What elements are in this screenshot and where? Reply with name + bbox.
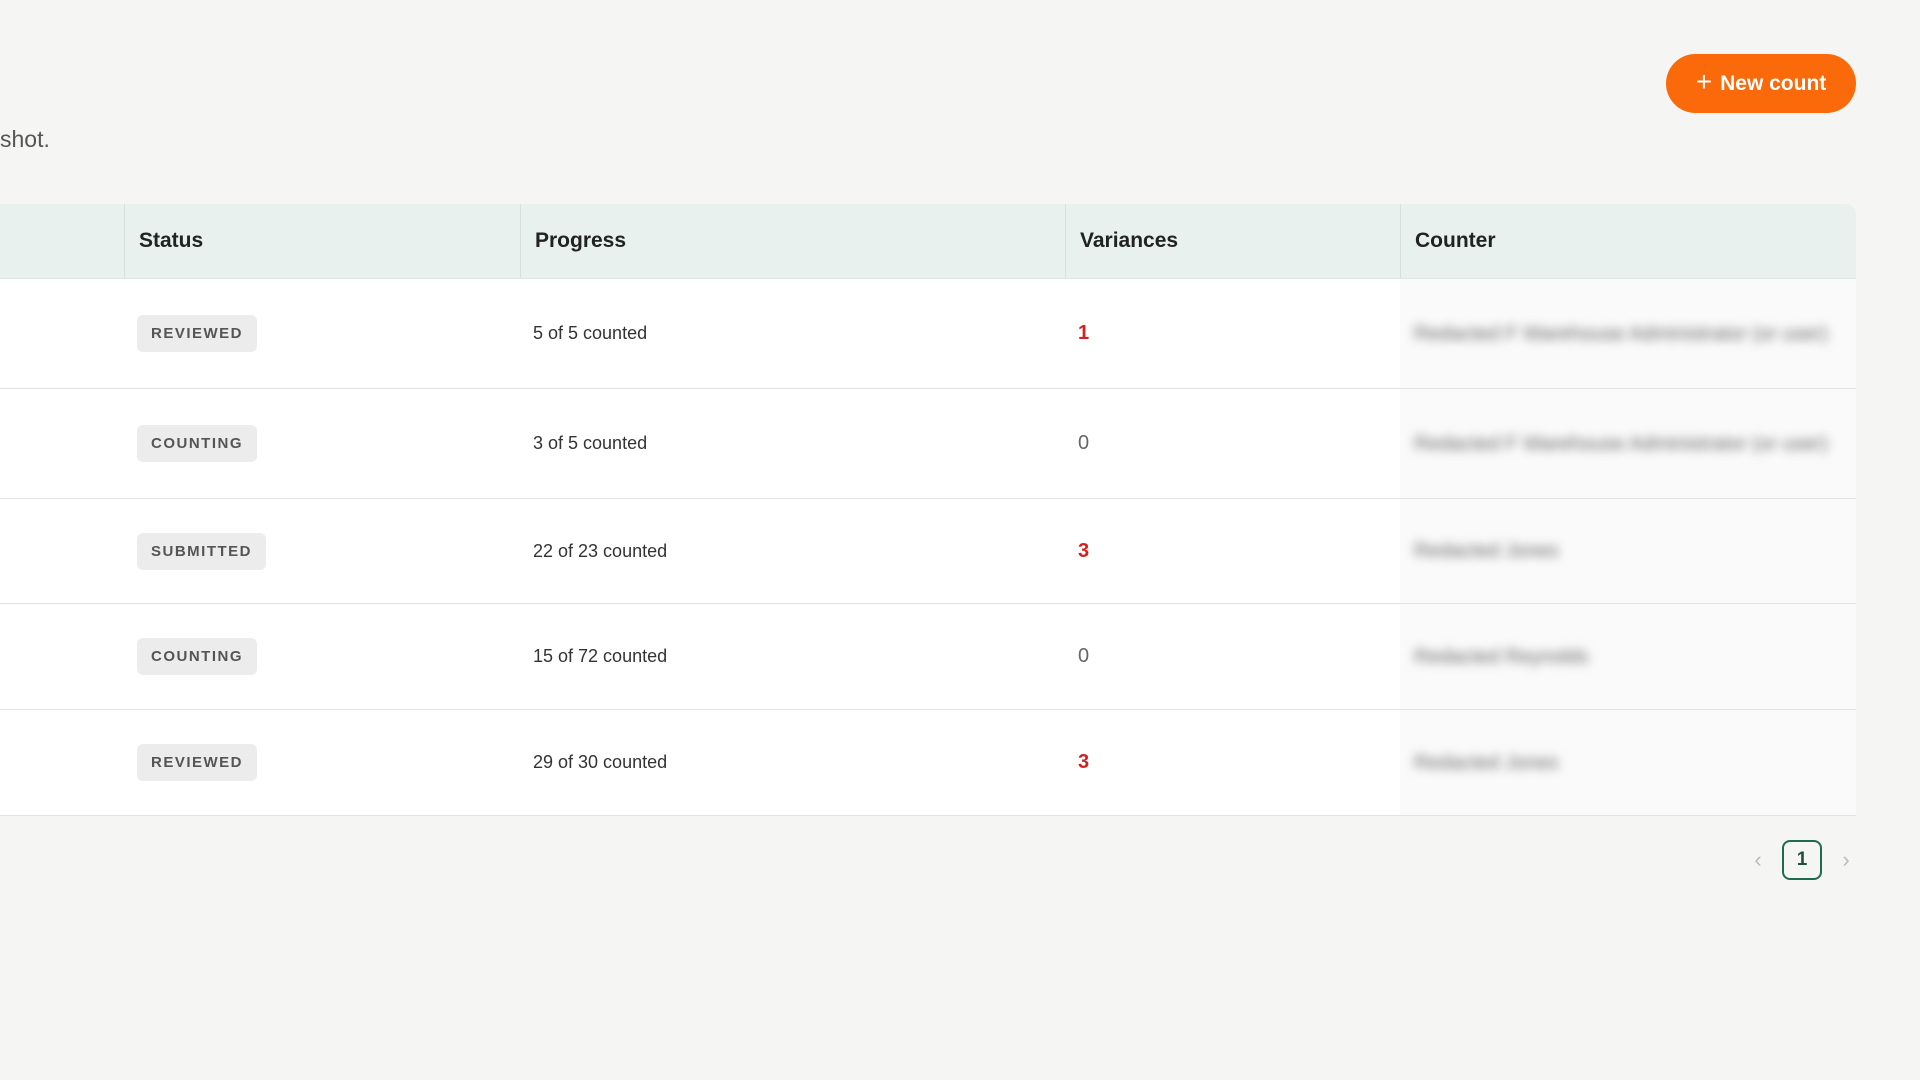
progress-cell: 5 of 5 counted [533,279,647,388]
progress-cell: 3 of 5 counted [533,389,647,498]
table-row[interactable]: COUNTING 15 of 72 counted 0 Redacted Rey… [0,604,1856,710]
variances-cell: 1 [1078,279,1089,388]
plus-icon: + [1695,66,1713,97]
variance-count: 0 [1078,432,1090,454]
table-row[interactable]: REVIEWED 5 of 5 counted 1 Redacted F War… [0,279,1856,389]
counter-name: Redacted F Warehouse Administrator (or u… [1414,322,1828,345]
counter-cell: Redacted Jones [1400,710,1856,815]
column-header-counter[interactable]: Counter [1400,204,1856,278]
new-count-button[interactable]: + New count [1666,54,1856,113]
new-count-label: New count [1720,71,1827,95]
status-badge: SUBMITTED [137,532,266,570]
counter-name: Redacted Jones [1414,751,1559,774]
progress-text: 22 of 23 counted [533,540,668,561]
progress-text: 15 of 72 counted [533,646,668,666]
counter-name: Redacted Reynolds [1414,645,1589,668]
table-row[interactable]: REVIEWED 29 of 30 counted 3 Redacted Jon… [0,710,1856,816]
table-row[interactable]: COUNTING 3 of 5 counted 0 Redacted F War… [0,389,1856,499]
status-cell: COUNTING [137,389,257,498]
variance-count: 1 [1078,322,1090,344]
progress-text: 29 of 30 counted [533,752,668,772]
status-badge: REVIEWED [137,315,258,352]
page-subtitle: shot. [0,126,50,152]
progress-text: 3 of 5 counted [533,433,648,453]
progress-cell: 22 of 23 counted [533,499,667,603]
table-header: Status Progress Variances Counter [0,204,1856,279]
counter-cell: Redacted Jones [1400,499,1856,603]
pagination: ‹ 1 › [1744,840,1860,880]
variance-count: 3 [1078,539,1090,562]
counter-cell: Redacted F Warehouse Administrator (or u… [1400,279,1856,388]
column-header-variances[interactable]: Variances [1065,204,1400,278]
table-row[interactable]: SUBMITTED 22 of 23 counted 3 Redacted Jo… [0,499,1856,604]
counts-table: Status Progress Variances Counter REVIEW… [0,204,1856,816]
status-cell: REVIEWED [137,279,258,388]
status-cell: SUBMITTED [137,499,266,603]
chevron-right-icon[interactable]: › [1832,841,1860,879]
column-header-progress[interactable]: Progress [520,204,1065,278]
progress-text: 5 of 5 counted [533,323,648,343]
progress-cell: 15 of 72 counted [533,604,667,709]
status-badge: COUNTING [137,638,257,675]
counter-name: Redacted Jones [1414,540,1559,562]
variance-count: 0 [1078,645,1090,667]
counter-cell: Redacted F Warehouse Administrator (or u… [1400,389,1856,498]
status-badge: COUNTING [137,425,257,462]
table-body: REVIEWED 5 of 5 counted 1 Redacted F War… [0,279,1856,816]
variances-cell: 3 [1078,499,1089,603]
status-cell: REVIEWED [137,710,258,815]
status-cell: COUNTING [137,604,257,709]
variances-cell: 0 [1078,389,1089,498]
status-badge: REVIEWED [137,744,258,781]
variances-cell: 0 [1078,604,1089,709]
chevron-left-icon[interactable]: ‹ [1744,841,1772,879]
counter-cell: Redacted Reynolds [1400,604,1856,709]
column-header-status[interactable]: Status [124,204,520,278]
progress-cell: 29 of 30 counted [533,710,667,815]
variances-cell: 3 [1078,710,1089,815]
variance-count: 3 [1078,751,1090,773]
page-number-button[interactable]: 1 [1782,840,1822,880]
page: shot. + New count Status Progress Varian… [0,0,1920,1080]
counter-name: Redacted F Warehouse Administrator (or u… [1414,432,1828,455]
